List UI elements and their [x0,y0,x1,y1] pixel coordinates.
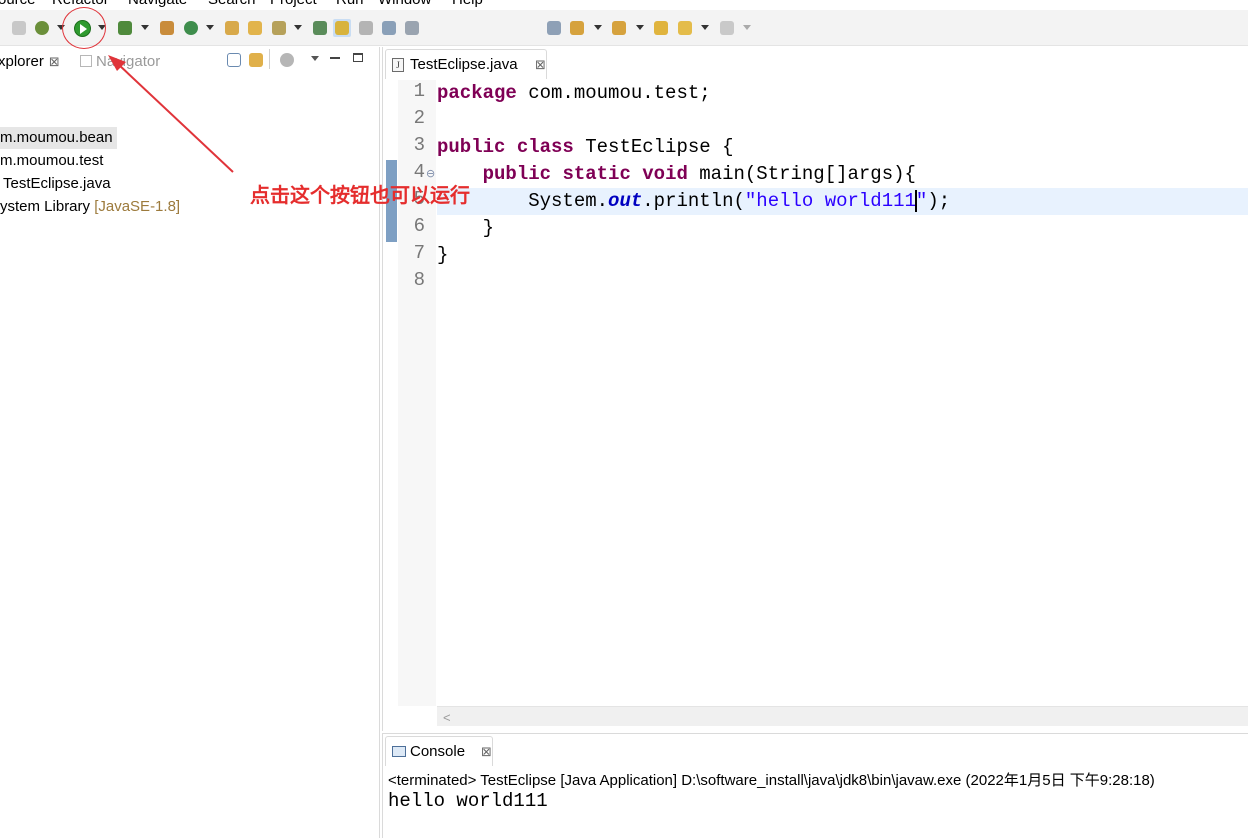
annotation-arrow [108,55,234,173]
annotation-label: 点击这个按钮也可以运行 [250,183,470,207]
